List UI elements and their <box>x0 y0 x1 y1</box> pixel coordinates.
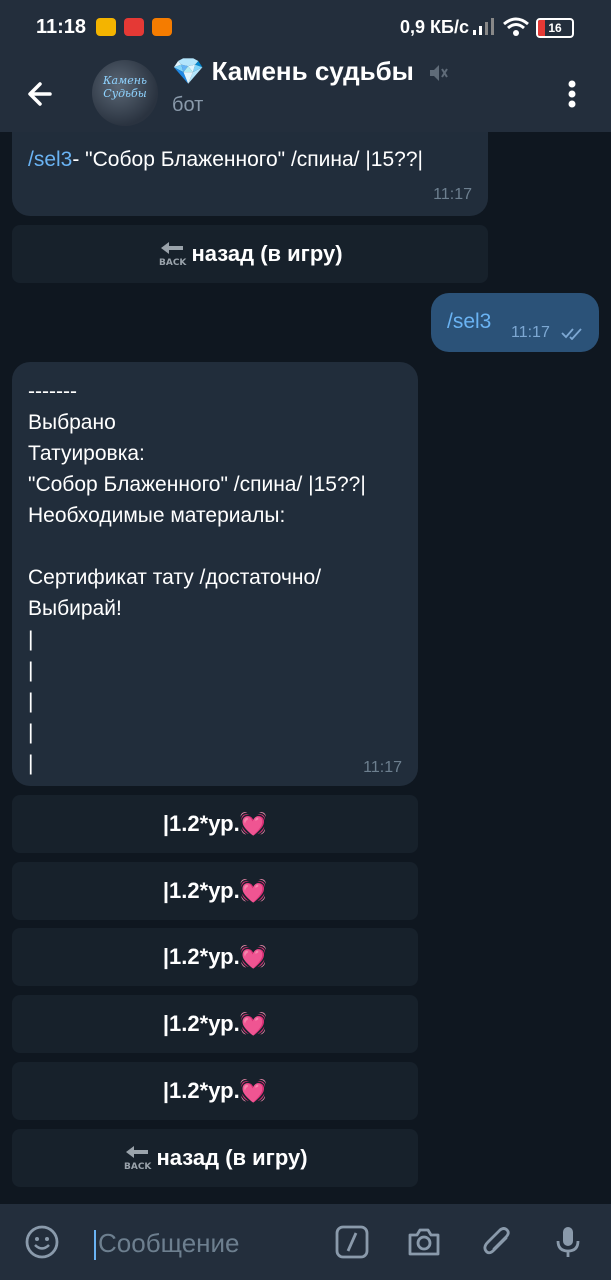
message-line: Выбрано <box>28 411 116 434</box>
bot-commands-icon[interactable] <box>334 1224 370 1260</box>
muted-icon <box>430 65 448 82</box>
emoji-icon[interactable] <box>24 1224 60 1260</box>
battery-level: 16 <box>548 21 562 35</box>
message-time: 11:17 <box>511 324 550 341</box>
avatar-label: Камень Судьбы <box>103 74 147 100</box>
back-arrow-icon[interactable] <box>20 74 64 114</box>
command-link[interactable]: /sel3 <box>28 148 72 171</box>
keyboard-button-3[interactable]: |1.2*ур.💓 <box>12 928 418 986</box>
read-checkmarks-icon <box>561 328 582 340</box>
svg-text:BACK: BACK <box>124 1162 152 1170</box>
chat-subtitle: бот <box>172 94 204 116</box>
keyboard-button-1[interactable]: |1.2*ур.💓 <box>12 795 418 853</box>
message-input[interactable]: Сообщение <box>94 1228 240 1261</box>
message-line: Выбирай! <box>28 597 122 620</box>
back-emoji-icon: BACK <box>159 242 187 266</box>
microphone-icon[interactable] <box>550 1224 586 1260</box>
signal-icon <box>473 18 494 35</box>
message-line: ------- <box>28 380 77 403</box>
chat-header: Камень Судьбы 💎 Камень судьбы бот <box>0 56 611 132</box>
status-bar: 11:18 0,9 КБ/с 16 <box>0 0 611 56</box>
message-line <box>28 531 366 562</box>
status-time: 11:18 <box>36 16 87 38</box>
back-button-label: назад (в игру) <box>191 241 343 266</box>
message-text: /sel3- "Собор Блаженного" /спина/ |15??| <box>28 148 423 172</box>
wifi-icon <box>503 17 529 36</box>
message-line: Необходимые материалы: <box>28 504 286 527</box>
battery-icon: 16 <box>536 18 574 38</box>
camera-icon[interactable] <box>406 1224 442 1260</box>
chat-area[interactable]: /sel3- "Собор Блаженного" /спина/ |15??|… <box>0 132 611 1204</box>
message-bubble[interactable]: ------- Выбрано Татуировка: "Собор Блаженно… <box>12 362 418 786</box>
outgoing-command[interactable]: /sel3 <box>447 310 491 334</box>
message-time: 11:17 <box>363 759 402 776</box>
message-line: | <box>28 752 34 775</box>
avatar[interactable]: Камень Судьбы <box>92 60 158 126</box>
network-rate: 0,9 КБ/с <box>400 17 469 37</box>
app-notification-icon <box>152 18 172 36</box>
message-body: - "Собор Блаженного" /спина/ |15??| <box>72 148 423 171</box>
svg-text:BACK: BACK <box>159 258 187 266</box>
keyboard-button-2[interactable]: |1.2*ур.💓 <box>12 862 418 920</box>
mail-notification-icon <box>96 18 116 36</box>
message-line: Татуировка: <box>28 442 145 465</box>
attach-icon[interactable] <box>480 1224 516 1260</box>
back-button-label: назад (в игру) <box>156 1145 308 1170</box>
message-line: "Собор Блаженного" /спина/ |15??| <box>28 473 366 496</box>
back-to-game-button[interactable]: BACK назад (в игру) <box>12 225 488 283</box>
chat-title-text: 💎 Камень судьбы <box>172 56 414 86</box>
message-input-bar: Сообщение <box>0 1204 611 1280</box>
back-to-game-button[interactable]: BACK назад (в игру) <box>12 1129 418 1187</box>
chat-title[interactable]: 💎 Камень судьбы <box>172 56 449 87</box>
keyboard-button-5[interactable]: |1.2*ур.💓 <box>12 1062 418 1120</box>
message-input-placeholder: Сообщение <box>98 1228 240 1258</box>
message-text: ------- Выбрано Татуировка: "Собор Блаженно… <box>28 376 366 779</box>
message-line: Сертификат тату /достаточно/ <box>28 566 322 589</box>
message-line: | <box>28 628 34 651</box>
back-emoji-icon: BACK <box>124 1146 152 1170</box>
message-line: | <box>28 721 34 744</box>
message-line: | <box>28 690 34 713</box>
more-options-icon[interactable] <box>558 74 586 114</box>
message-bubble[interactable]: /sel3- "Собор Блаженного" /спина/ |15??|… <box>12 132 488 216</box>
outgoing-message-bubble[interactable]: /sel3 11:17 <box>431 293 599 352</box>
message-line: | <box>28 659 34 682</box>
keyboard-button-4[interactable]: |1.2*ур.💓 <box>12 995 418 1053</box>
car-notification-icon <box>124 18 144 36</box>
message-time: 11:17 <box>433 186 472 203</box>
